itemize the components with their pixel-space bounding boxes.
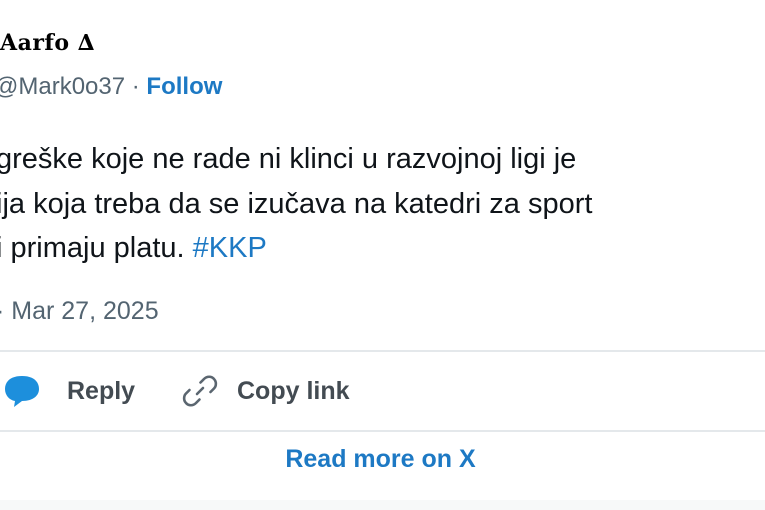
tweet-timestamp[interactable]: Mar 27, 2025 — [11, 297, 158, 325]
follow-button[interactable]: Follow — [146, 73, 222, 100]
handle-separator: · — [125, 73, 147, 100]
tweet-text-line-3: i primaju platu. #KKP — [0, 226, 765, 271]
tweet-text: greške koje ne rade ni klinci u razvojno… — [0, 137, 765, 271]
divider-bottom — [0, 430, 765, 432]
read-more-on-x-link[interactable]: Read more on X — [0, 445, 765, 474]
card-bottom-edge — [0, 500, 765, 510]
tweet-embed-card: Aarfo ∆ @Mark0o37 · Follow greške koje n… — [0, 0, 765, 510]
tweet-text-line-3-body: i primaju platu. — [0, 232, 185, 264]
reply-label: Reply — [67, 376, 136, 405]
copy-link-button[interactable]: Copy link — [181, 371, 350, 411]
timestamp-separator: · — [0, 297, 11, 325]
reply-button[interactable]: Reply — [2, 371, 135, 411]
speech-bubble-icon — [2, 373, 42, 409]
link-chain-icon — [181, 372, 219, 410]
author-name[interactable]: Aarfo ∆ — [0, 30, 95, 56]
author-handle[interactable]: @Mark0o37 — [0, 73, 125, 100]
handle-row: @Mark0o37 · Follow — [0, 73, 222, 101]
tweet-meta: · Mar 27, 2025 — [0, 297, 159, 326]
copy-link-label: Copy link — [237, 376, 350, 405]
read-more-label: Read more on X — [285, 445, 476, 473]
tweet-text-line-1: greške koje ne rade ni klinci u razvojno… — [0, 143, 577, 175]
tweet-text-line-2: ija koja treba da se izučava na katedri … — [0, 187, 593, 220]
divider-top — [0, 350, 765, 352]
hashtag-link[interactable]: #KKP — [193, 232, 267, 264]
